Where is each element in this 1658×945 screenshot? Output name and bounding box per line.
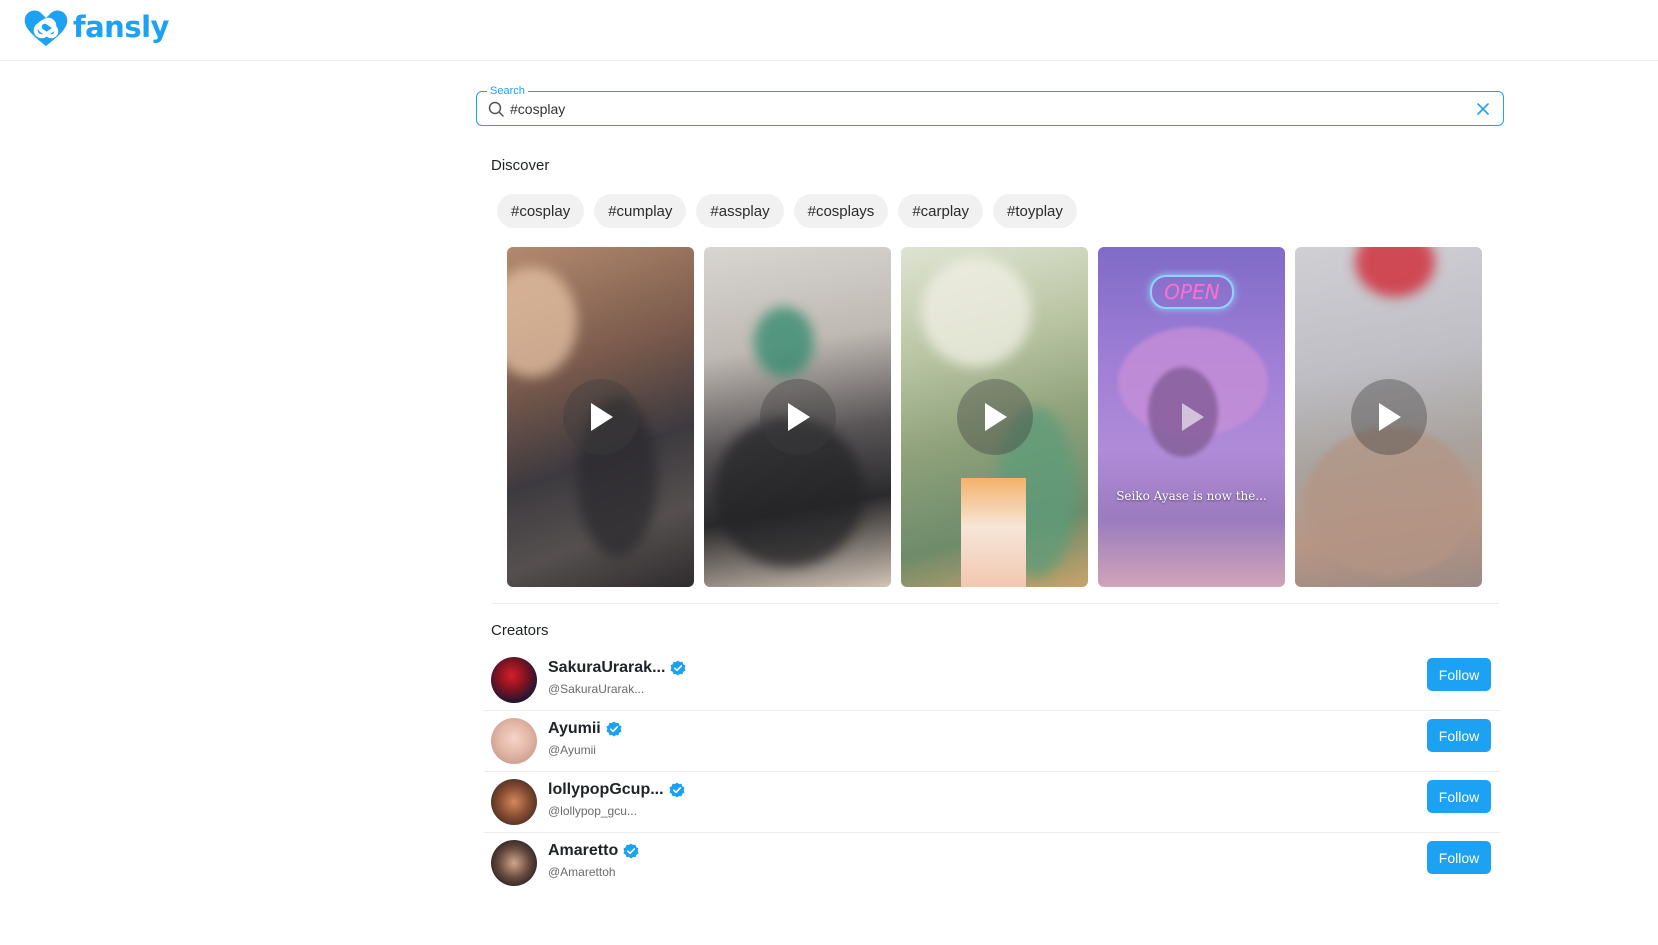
creator-name[interactable]: Ayumii <box>548 720 601 738</box>
creator-row[interactable]: Amaretto @Amarettoh Follow <box>484 833 1500 894</box>
thumbnail-shape <box>754 307 814 377</box>
video-caption: Seiko Ayase is now the... <box>1116 489 1267 503</box>
creator-row[interactable]: SakuraUrarak... @SakuraUrarak... Follow <box>484 650 1500 711</box>
tag-chip[interactable]: #cosplays <box>793 194 889 228</box>
verified-badge-icon <box>669 782 685 798</box>
thumbnail-shape <box>921 257 1031 367</box>
avatar[interactable] <box>491 657 537 703</box>
creator-row[interactable]: lollypopGcup... @lollypop_gcu... Follow <box>484 772 1500 833</box>
creator-handle: @lollypop_gcu... <box>548 804 637 818</box>
avatar[interactable] <box>491 718 537 764</box>
tag-chip[interactable]: #carplay <box>898 194 984 228</box>
thumbnail-shape <box>507 267 577 377</box>
search-input[interactable] <box>510 92 1440 125</box>
creator-name-line: Ayumii <box>548 720 622 738</box>
tag-chip[interactable]: #assplay <box>696 194 784 228</box>
creator-handle: @SakuraUrarak... <box>548 682 645 696</box>
discover-heading: Discover <box>491 157 550 174</box>
tag-chip[interactable]: #toyplay <box>993 194 1077 228</box>
creator-row[interactable]: Ayumii @Ayumii Follow <box>484 711 1500 772</box>
play-button[interactable] <box>759 379 836 455</box>
heart-logo-icon <box>24 10 68 46</box>
follow-button[interactable]: Follow <box>1427 658 1491 691</box>
verified-badge-icon <box>623 843 639 859</box>
play-icon <box>1181 403 1204 431</box>
close-icon[interactable] <box>1477 103 1489 115</box>
creator-name[interactable]: SakuraUrarak... <box>548 659 665 677</box>
creator-handle: @Ayumii <box>548 743 596 757</box>
search-icon <box>488 101 504 117</box>
tag-list: #cosplay #cumplay #assplay #cosplays #ca… <box>497 194 1077 228</box>
neon-sign: OPEN <box>1150 275 1234 309</box>
search-box[interactable]: Search <box>476 84 1504 126</box>
avatar[interactable] <box>491 779 537 825</box>
video-carousel: OPEN Seiko Ayase is now the... <box>507 247 1482 587</box>
video-thumbnail[interactable] <box>704 247 891 587</box>
tag-chip[interactable]: #cumplay <box>594 194 687 228</box>
creators-heading: Creators <box>491 622 549 639</box>
play-button[interactable] <box>1350 379 1427 455</box>
follow-button[interactable]: Follow <box>1427 719 1491 752</box>
play-icon <box>1378 403 1401 431</box>
creator-name[interactable]: Amaretto <box>548 842 618 860</box>
play-button[interactable] <box>562 379 639 455</box>
follow-button[interactable]: Follow <box>1427 841 1491 874</box>
verified-badge-icon <box>670 660 686 676</box>
creator-name-line: lollypopGcup... <box>548 781 685 799</box>
avatar[interactable] <box>491 840 537 886</box>
play-icon <box>984 403 1007 431</box>
creator-list: SakuraUrarak... @SakuraUrarak... Follow … <box>484 650 1500 894</box>
creator-name-line: Amaretto <box>548 842 639 860</box>
video-thumbnail[interactable] <box>901 247 1088 587</box>
tag-chip[interactable]: #cosplay <box>497 194 585 228</box>
creator-name-line: SakuraUrarak... <box>548 659 686 677</box>
play-button[interactable] <box>1154 379 1230 455</box>
follow-button[interactable]: Follow <box>1427 780 1491 813</box>
fansly-logo[interactable]: fansly <box>22 8 169 48</box>
thumbnail-shape <box>1355 247 1435 297</box>
verified-badge-icon <box>606 721 622 737</box>
logo-text: fansly <box>73 10 169 44</box>
play-button[interactable] <box>956 379 1033 455</box>
creator-name[interactable]: lollypopGcup... <box>548 781 664 799</box>
section-divider <box>491 603 1499 604</box>
video-thumbnail[interactable] <box>507 247 694 587</box>
video-thumbnail[interactable]: OPEN Seiko Ayase is now the... <box>1098 247 1285 587</box>
thumbnail-shape <box>961 478 1026 587</box>
video-thumbnail[interactable] <box>1295 247 1482 587</box>
play-icon <box>787 403 810 431</box>
play-icon <box>590 403 613 431</box>
creator-handle: @Amarettoh <box>548 865 616 879</box>
top-bar: fansly <box>0 0 1658 61</box>
